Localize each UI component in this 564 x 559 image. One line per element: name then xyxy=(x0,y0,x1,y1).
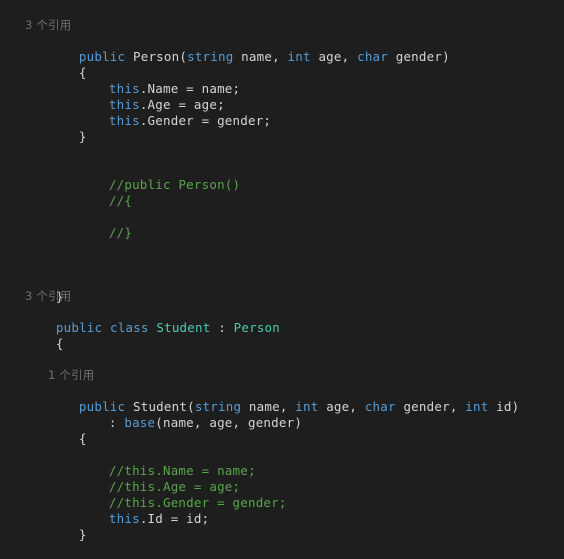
keyword-this: this xyxy=(108,511,140,526)
base-call-colon: : xyxy=(108,415,125,430)
keyword-int: int xyxy=(465,399,489,414)
comment-assign-name: //this.Name = name; xyxy=(108,463,256,478)
code-line-comment-person-ctor[interactable]: //public Person() xyxy=(0,161,564,192)
param-gender: gender, xyxy=(395,399,466,414)
inheritance-colon: : xyxy=(210,320,234,335)
code-line-brace-close-person-class[interactable]: } xyxy=(0,273,564,304)
param-name: name, xyxy=(233,49,288,64)
param-name: name, xyxy=(241,399,296,414)
comment-brace-open: //{ xyxy=(108,193,133,208)
code-line-blank[interactable] xyxy=(0,352,564,368)
param-age: age, xyxy=(318,399,365,414)
keyword-this: this xyxy=(108,81,140,96)
brace-close: } xyxy=(78,527,87,542)
brace-close: } xyxy=(78,129,87,144)
codelens-student-class[interactable]: 3 个引用 xyxy=(0,289,564,304)
code-line-class-student-declaration[interactable]: public class Student : Person xyxy=(0,304,564,335)
param-age: age, xyxy=(310,49,358,64)
param-id: id) xyxy=(488,399,520,414)
keyword-public: public xyxy=(55,320,103,335)
comment-public-person: //public Person() xyxy=(108,177,241,192)
assign-id-rest: .Id = id; xyxy=(139,511,210,526)
comment-assign-gender: //this.Gender = gender; xyxy=(108,495,287,510)
code-line-blank[interactable] xyxy=(0,257,564,273)
codelens-student-constructor[interactable]: 1 个引用 xyxy=(0,368,564,383)
brace-open: { xyxy=(78,431,87,446)
assign-gender-rest: .Gender = gender; xyxy=(139,113,272,128)
paren-open: ( xyxy=(179,49,188,64)
paren-open: ( xyxy=(187,399,195,414)
keyword-int: int xyxy=(295,399,319,414)
type-person-base: Person xyxy=(233,320,281,335)
code-line-student-constructor-signature[interactable]: public Student(string name, int age, cha… xyxy=(0,383,564,414)
keyword-base: base xyxy=(124,415,156,430)
assign-name-rest: .Name = name; xyxy=(139,81,241,96)
keyword-string: string xyxy=(194,399,242,414)
keyword-char: char xyxy=(357,49,388,64)
identifier-student: Student xyxy=(133,399,188,414)
keyword-public: public xyxy=(78,399,126,414)
keyword-char: char xyxy=(364,399,396,414)
code-editor-surface[interactable]: 3 个引用 public Person(string name, int age… xyxy=(0,0,564,542)
code-line-person-constructor-signature[interactable]: public Person(string name, int age, char… xyxy=(0,33,564,64)
keyword-public: public xyxy=(78,49,126,64)
brace-open: { xyxy=(55,336,64,351)
param-gender: gender) xyxy=(388,49,450,64)
comment-brace-close: //} xyxy=(108,225,133,240)
type-student: Student xyxy=(156,320,211,335)
code-line-blank[interactable] xyxy=(0,336,564,352)
identifier-person: Person xyxy=(133,49,180,64)
codelens-person-constructor[interactable]: 3 个引用 xyxy=(0,18,564,33)
code-line-comment-assign-name[interactable]: //this.Name = name; xyxy=(0,447,564,478)
code-line-blank[interactable] xyxy=(0,145,564,161)
keyword-this: this xyxy=(108,113,140,128)
assign-age-rest: .Age = age; xyxy=(139,97,225,112)
keyword-this: this xyxy=(108,97,140,112)
comment-assign-age: //this.Age = age; xyxy=(108,479,241,494)
keyword-class: class xyxy=(110,320,149,335)
base-call-args: (name, age, gender) xyxy=(155,415,303,430)
keyword-int: int xyxy=(287,49,311,64)
keyword-string: string xyxy=(187,49,234,64)
brace-open: { xyxy=(78,65,87,80)
